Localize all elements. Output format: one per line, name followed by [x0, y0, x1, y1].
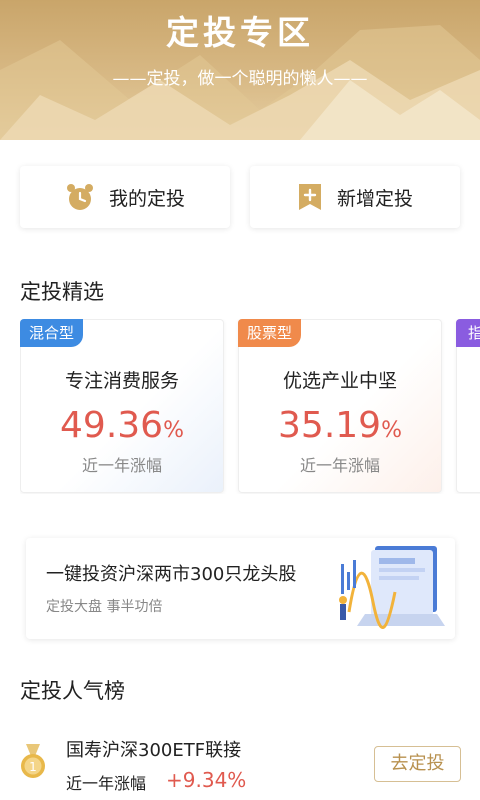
fund-return: 49.36% [60, 405, 184, 446]
fund-name: 国寿沪深300ETF联接 [66, 740, 242, 761]
return-period-label: 近一年涨幅 [299, 456, 380, 475]
banner-title: 一键投资沪深两市300只龙头股 [46, 564, 297, 585]
svg-text:1: 1 [29, 760, 37, 774]
return-period-label: 近一年涨幅 [81, 456, 162, 475]
fund-return: +9.34% [166, 768, 247, 792]
fund-type-tag: 股票型 [238, 319, 302, 347]
featured-section-title: 定投精选 [20, 280, 104, 304]
my-plan-label: 我的定投 [108, 187, 185, 210]
promo-banner[interactable]: 一键投资沪深两市300只龙头股 定投大盘 事半功倍 [26, 538, 455, 639]
fund-card[interactable]: 股票型 优选产业中坚 35.19% 近一年涨幅 [238, 319, 442, 493]
invest-button[interactable]: 去定投 [374, 746, 461, 782]
add-bookmark-icon [297, 182, 323, 212]
stock-chart-illustration [339, 546, 445, 629]
banner-subtitle: 定投大盘 事半功倍 [46, 599, 163, 615]
page-slogan: ——定投，做一个聪明的懒人—— [112, 69, 368, 89]
list-item[interactable]: 1 国寿沪深300ETF联接 近一年涨幅 +9.34% 去定投 [0, 728, 480, 800]
gold-medal-icon: 1 [21, 744, 45, 778]
my-plan-button[interactable]: 我的定投 [20, 166, 230, 228]
new-plan-button[interactable]: 新增定投 [250, 166, 460, 228]
fund-card[interactable]: 混合型 专注消费服务 49.36% 近一年涨幅 [20, 319, 224, 493]
ranking-section-title: 定投人气榜 [20, 679, 125, 703]
alarm-clock-icon [65, 182, 95, 212]
return-period-label: 近一年涨幅 [66, 774, 147, 793]
hero-banner: 定投专区 ——定投，做一个聪明的懒人—— [0, 0, 480, 140]
fund-card-partial[interactable]: 指数 [456, 319, 480, 493]
fund-name: 优选产业中坚 [282, 370, 397, 392]
new-plan-label: 新增定投 [336, 187, 413, 210]
fund-type-tag: 混合型 [20, 319, 84, 347]
quick-actions: 我的定投 新增定投 [20, 166, 460, 228]
featured-cards-carousel[interactable]: 混合型 专注消费服务 49.36% 近一年涨幅 股票型 优选产业中坚 35.19… [20, 319, 480, 494]
fund-type-tag: 指数 [456, 319, 480, 370]
fund-name: 专注消费服务 [64, 370, 179, 392]
page-title: 定投专区 [166, 13, 314, 52]
fund-return: 35.19% [278, 405, 402, 446]
